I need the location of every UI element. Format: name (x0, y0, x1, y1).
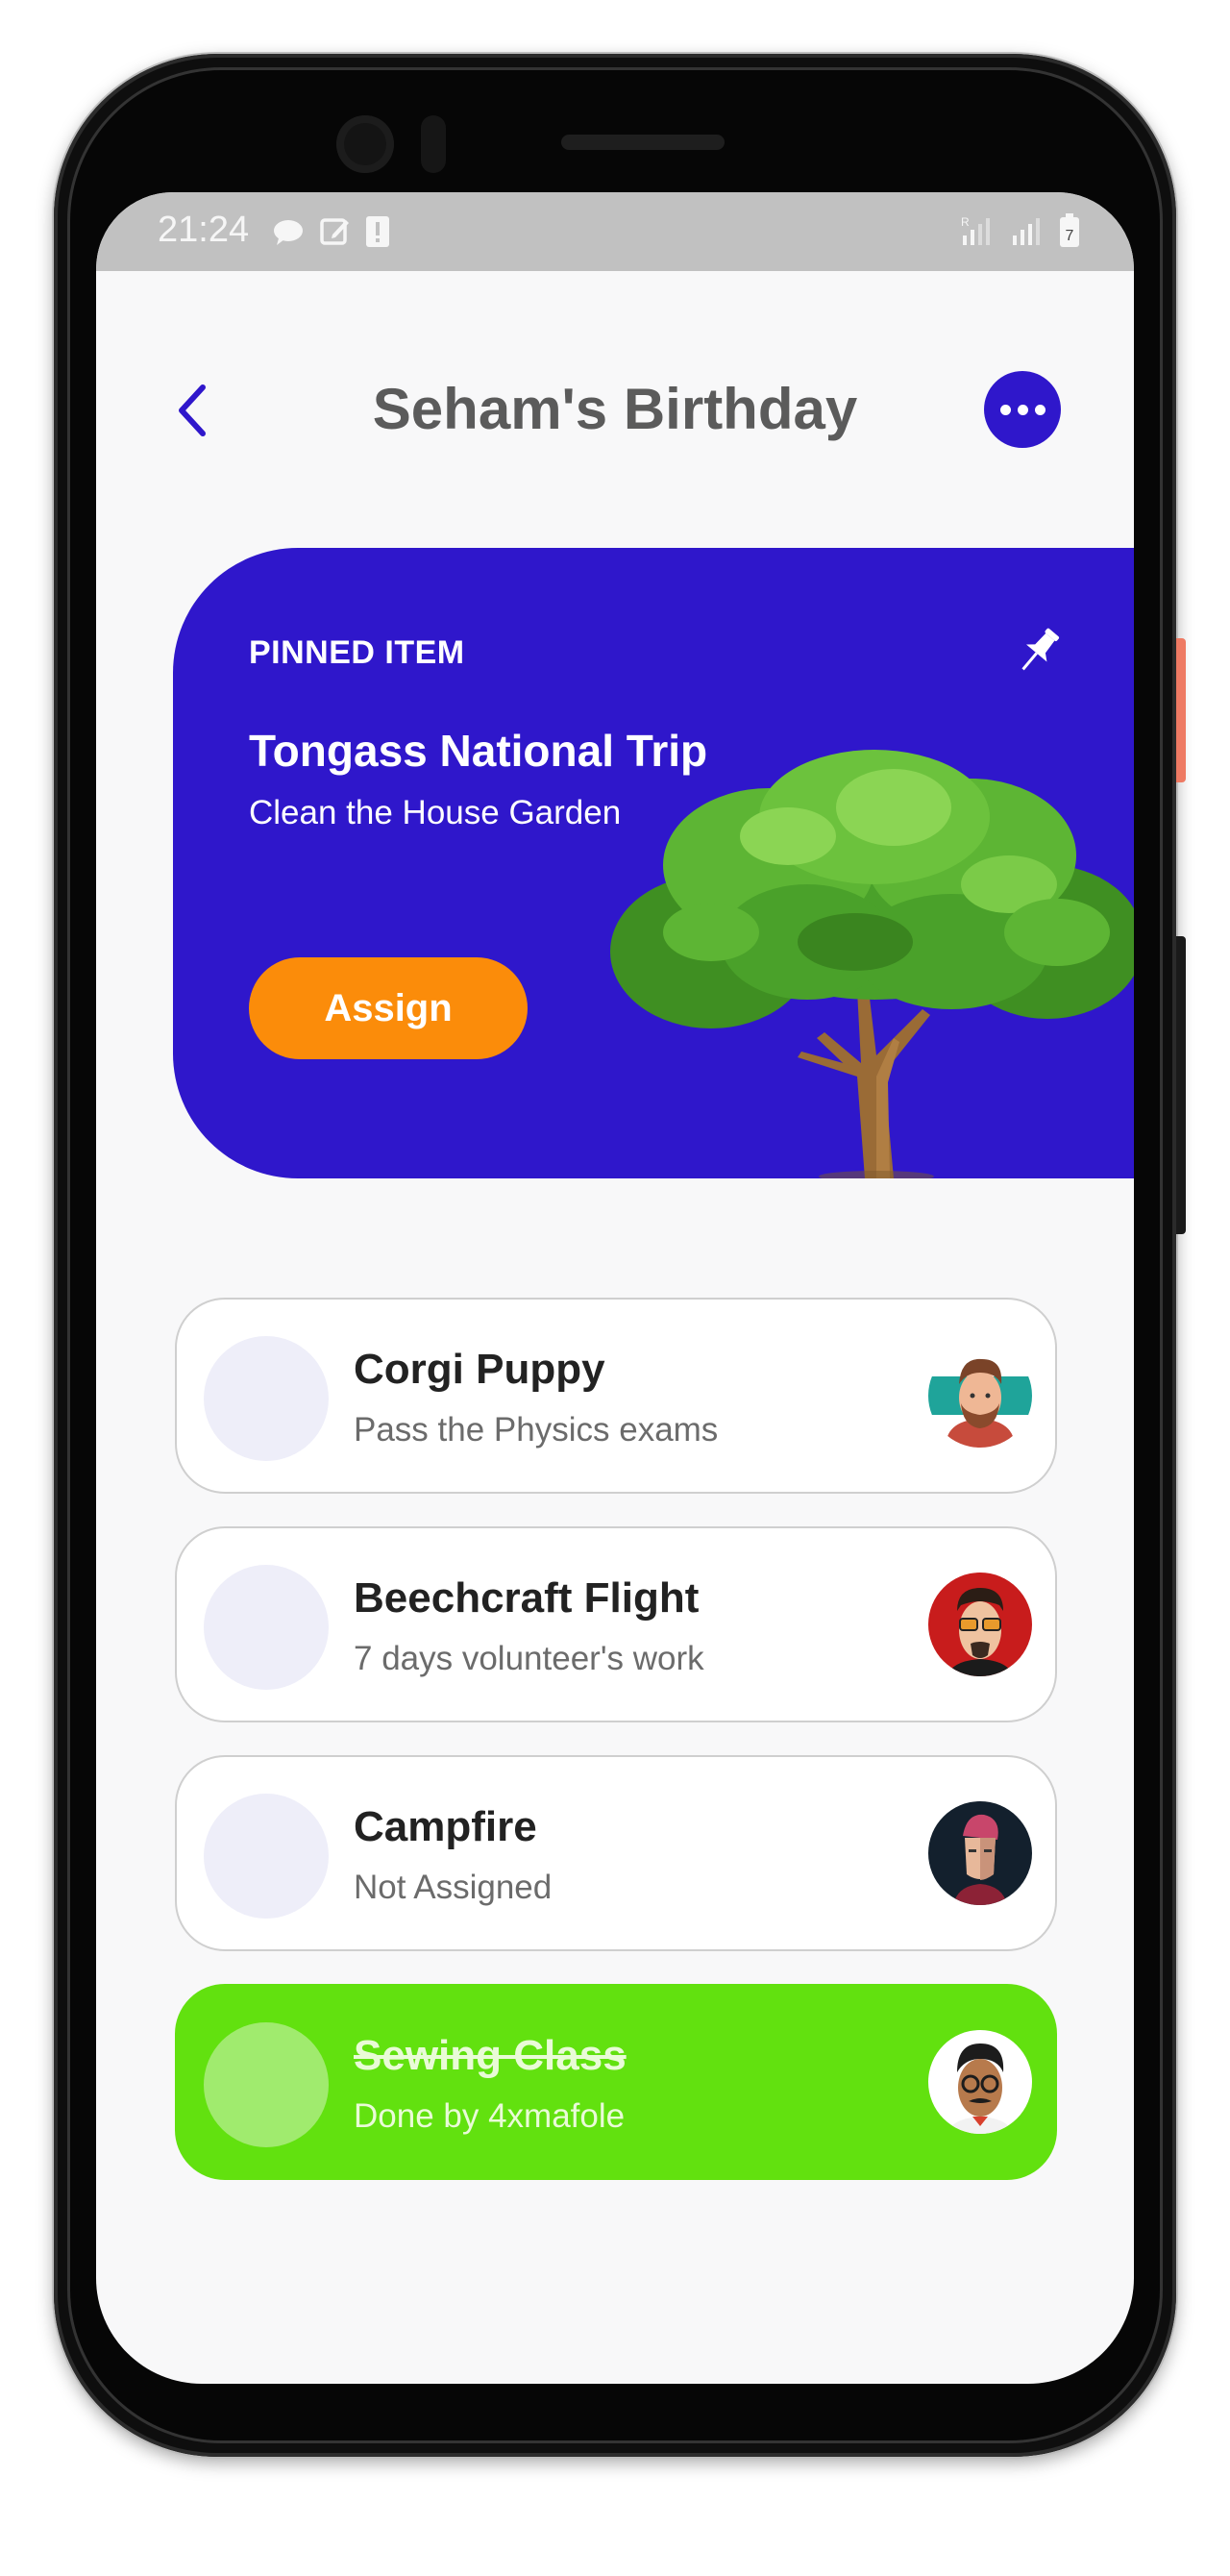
avatar (928, 1573, 1032, 1676)
task-card[interactable]: Beechcraft Flight 7 days volunteer's wor… (175, 1526, 1057, 1722)
pinned-item-card[interactable]: PINNED ITEM Tongass National Trip Clean … (173, 548, 1134, 1178)
task-title: Campfire (354, 1803, 537, 1850)
pinned-label: PINNED ITEM (249, 634, 465, 671)
task-title: Beechcraft Flight (354, 1574, 700, 1622)
task-subtitle: Pass the Physics exams (354, 1411, 719, 1449)
task-checkbox[interactable] (204, 1336, 329, 1461)
status-bar: 21:24 R 7 (96, 192, 1134, 271)
svg-text:R: R (961, 215, 970, 229)
more-icon-dot (1017, 404, 1028, 415)
battery-icon: 7 (1059, 213, 1080, 248)
tree-illustration (610, 750, 1134, 1178)
task-checkbox[interactable] (204, 1565, 329, 1690)
page-title: Seham's Birthday (372, 377, 858, 441)
side-button-power (1176, 638, 1186, 782)
status-notification-icons (271, 215, 390, 248)
task-checkbox[interactable] (204, 1794, 329, 1919)
task-card-completed[interactable]: Sewing Class Done by 4xmafole (175, 1984, 1057, 2180)
front-camera (336, 115, 394, 173)
message-icon (271, 217, 306, 246)
assign-button[interactable]: Assign (249, 957, 528, 1059)
more-options-button[interactable] (984, 371, 1061, 448)
pinned-subtitle: Clean the House Garden (249, 794, 622, 831)
edit-icon (319, 215, 352, 248)
task-checkbox[interactable] (204, 2022, 329, 2147)
task-subtitle: Not Assigned (354, 1869, 553, 1906)
pin-icon[interactable] (1009, 623, 1067, 681)
status-time: 21:24 (158, 210, 250, 250)
app-screen: 21:24 R 7 Seham's Birthday PINNED ITEM T… (96, 192, 1134, 2384)
task-subtitle: Done by 4xmafole (354, 2097, 626, 2135)
task-subtitle: 7 days volunteer's work (354, 1640, 704, 1677)
task-card[interactable]: Corgi Puppy Pass the Physics exams (175, 1298, 1057, 1494)
avatar (928, 1801, 1032, 1905)
task-title: Corgi Puppy (354, 1346, 605, 1393)
status-system-icons: R 7 (959, 213, 1080, 248)
more-icon-dot (1034, 404, 1046, 415)
avatar (928, 2030, 1032, 2134)
avatar (928, 1344, 1032, 1448)
signal-icon (1009, 214, 1042, 247)
alert-icon (365, 215, 390, 248)
task-card[interactable]: Campfire Not Assigned (175, 1755, 1057, 1951)
more-icon (999, 404, 1011, 415)
svg-text:7: 7 (1066, 228, 1074, 244)
earpiece-speaker (561, 135, 725, 150)
side-button-volume (1176, 936, 1186, 1234)
task-title: Sewing Class (354, 2032, 627, 2079)
chevron-left-icon (179, 384, 206, 436)
signal-r-icon: R (959, 214, 992, 247)
camera-sensor (421, 115, 446, 173)
back-button[interactable] (160, 377, 227, 444)
